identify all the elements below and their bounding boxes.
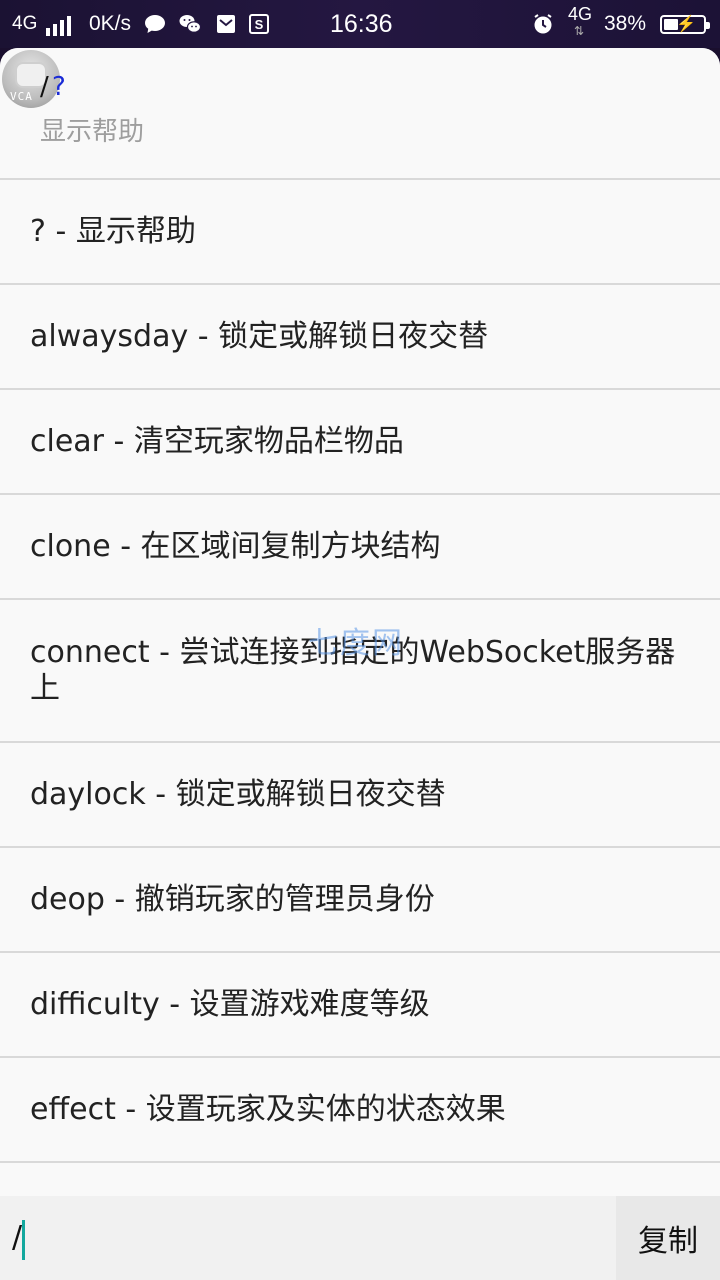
s-app-icon: S <box>249 14 269 34</box>
input-bar: / 复制 <box>0 1196 720 1280</box>
battery-percent: 38% <box>604 12 647 35</box>
charging-bolt-icon: ⚡ <box>676 16 696 33</box>
command-header: VCA / ? 显示帮助 <box>0 48 720 180</box>
status-bar: 4G 0K/s S 16:36 4G ⇅ 38% ⚡ <box>0 0 720 48</box>
network-type-secondary: 4G <box>568 4 593 24</box>
avatar-badge: VCA <box>10 90 33 103</box>
battery-icon: ⚡ <box>660 15 710 34</box>
command-slash: / <box>40 72 49 102</box>
command-name: ? <box>52 72 66 102</box>
command-item[interactable]: alwaysday - 锁定或解锁日夜交替 <box>0 285 720 390</box>
command-item-text: clear - 清空玩家物品栏物品 <box>30 423 404 459</box>
command-list: ? - 显示帮助 alwaysday - 锁定或解锁日夜交替 clear - 清… <box>0 180 720 1163</box>
command-item-text: difficulty - 设置游戏难度等级 <box>30 986 430 1022</box>
command-item-text: deop - 撤销玩家的管理员身份 <box>30 881 435 917</box>
svg-text:S: S <box>255 17 264 32</box>
chat-bubble-icon <box>145 15 165 33</box>
command-item[interactable]: clone - 在区域间复制方块结构 <box>0 495 720 600</box>
command-description: 显示帮助 <box>40 117 145 147</box>
command-item[interactable]: daylock - 锁定或解锁日夜交替 <box>0 743 720 848</box>
command-item[interactable]: effect - 设置玩家及实体的状态效果 <box>0 1058 720 1163</box>
command-item[interactable]: clear - 清空玩家物品栏物品 <box>0 390 720 495</box>
command-input-value: / <box>12 1220 23 1255</box>
signal-icon <box>46 12 71 36</box>
command-item-text: alwaysday - 锁定或解锁日夜交替 <box>30 318 489 354</box>
text-caret <box>22 1220 25 1260</box>
command-item[interactable]: connect - 尝试连接到指定的WebSocket服务器上 <box>0 600 720 743</box>
command-item[interactable]: difficulty - 设置游戏难度等级 <box>0 953 720 1058</box>
network-type: 4G <box>12 13 38 34</box>
command-input[interactable]: / <box>0 1196 616 1280</box>
network-speed: 0K/s <box>89 12 132 35</box>
mail-icon <box>217 15 235 33</box>
alarm-icon <box>534 14 552 34</box>
wechat-icon <box>179 15 202 33</box>
command-item[interactable]: deop - 撤销玩家的管理员身份 <box>0 848 720 953</box>
command-item-text: effect - 设置玩家及实体的状态效果 <box>30 1091 506 1127</box>
command-panel: VCA / ? 显示帮助 ? - 显示帮助 alwaysday - 锁定或解锁日… <box>0 48 720 1280</box>
copy-button[interactable]: 复制 <box>616 1196 720 1280</box>
clock: 16:36 <box>330 10 393 38</box>
command-item-text: connect - 尝试连接到指定的WebSocket服务器上 <box>30 634 676 706</box>
data-arrows-icon: ⇅ <box>574 24 585 38</box>
command-item[interactable]: ? - 显示帮助 <box>0 180 720 285</box>
command-item-text: daylock - 锁定或解锁日夜交替 <box>30 776 446 812</box>
command-item-text: ? - 显示帮助 <box>30 213 196 249</box>
command-item-text: clone - 在区域间复制方块结构 <box>30 528 441 564</box>
